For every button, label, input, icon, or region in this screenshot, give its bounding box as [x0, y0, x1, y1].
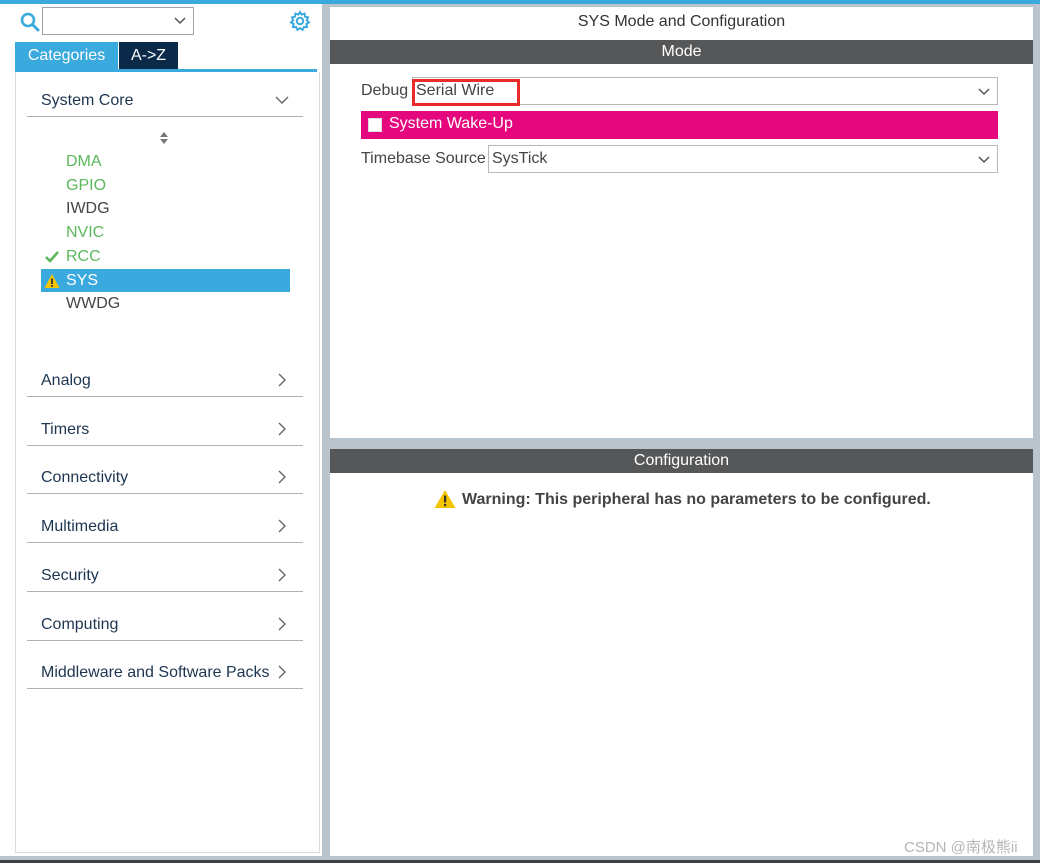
timebase-label: Timebase Source [361, 150, 486, 167]
section-system-core[interactable]: System Core [27, 88, 303, 117]
section-label: Connectivity [41, 469, 129, 486]
item-label: RCC [66, 248, 101, 265]
item-label: NVIC [66, 224, 105, 241]
warning-icon [434, 490, 456, 508]
chevron-down-icon [978, 156, 990, 164]
chevron-down-icon [978, 88, 990, 96]
tab-categories[interactable]: Categories [15, 42, 118, 69]
section-multimedia[interactable]: Multimedia [27, 514, 303, 543]
mode-header: Mode [330, 40, 1033, 64]
checkmark-icon [45, 251, 59, 263]
chevron-right-icon [278, 422, 286, 436]
page-title: SYS Mode and Configuration [577, 13, 786, 30]
chevron-right-icon [278, 617, 286, 631]
section-label: Security [41, 567, 99, 584]
section-label: System Core [41, 92, 134, 109]
warning-text: Warning: This peripheral has no paramete… [462, 491, 931, 508]
chevron-right-icon [278, 665, 286, 679]
chevron-right-icon [278, 373, 286, 387]
search-icon[interactable] [20, 12, 40, 32]
watermark: CSDN @南极熊ii [904, 839, 1018, 856]
chevron-right-icon [278, 470, 286, 484]
chevron-right-icon [278, 519, 286, 533]
chevron-right-icon [278, 568, 286, 582]
section-label: Analog [41, 372, 91, 389]
section-computing[interactable]: Computing [27, 612, 303, 641]
list-item-wwdg[interactable]: WWDG [41, 292, 290, 315]
list-item-nvic[interactable]: NVIC [41, 221, 290, 244]
list-item-sys[interactable]: SYS [41, 269, 290, 292]
section-middleware[interactable]: Middleware and Software Packs [27, 660, 303, 689]
item-label: SYS [66, 272, 99, 289]
section-security[interactable]: Security [27, 563, 303, 592]
section-label: Timers [41, 421, 90, 438]
list-item-gpio[interactable]: GPIO [41, 174, 290, 197]
chevron-down-icon [275, 96, 289, 104]
section-label: Multimedia [41, 518, 119, 535]
chevron-down-icon[interactable] [173, 14, 187, 28]
list-item-rcc[interactable]: RCC [41, 245, 290, 268]
configuration-header: Configuration [330, 449, 1033, 473]
search-input[interactable] [42, 7, 194, 35]
system-wakeup-label: System Wake-Up [389, 115, 513, 132]
section-connectivity[interactable]: Connectivity [27, 465, 303, 494]
mode-panel: SYS Mode and Configuration Mode [330, 7, 1033, 438]
tab-a-to-z[interactable]: A->Z [119, 42, 178, 69]
item-label: WWDG [66, 295, 121, 312]
list-item-iwdg[interactable]: IWDG [41, 197, 290, 220]
section-timers[interactable]: Timers [27, 417, 303, 446]
annotation-highlight-box [412, 79, 520, 106]
item-label: IWDG [66, 200, 110, 217]
config-warning: Warning: This peripheral has no paramete… [434, 489, 954, 511]
configuration-panel: Configuration Warning: This peripheral h… [330, 449, 1033, 856]
system-wakeup-row[interactable]: System Wake-Up [361, 111, 998, 139]
debug-label: Debug [361, 82, 409, 99]
item-label: DMA [66, 153, 102, 170]
item-label: GPIO [66, 177, 107, 194]
gear-icon[interactable] [289, 10, 311, 32]
section-analog[interactable]: Analog [27, 368, 303, 397]
system-wakeup-checkbox[interactable] [368, 118, 382, 132]
section-label: Computing [41, 616, 119, 633]
section-label: Middleware and Software Packs [41, 664, 270, 681]
list-item-dma[interactable]: DMA [41, 150, 290, 173]
warning-icon [44, 274, 60, 288]
sort-icon[interactable] [158, 130, 170, 146]
timebase-select-value: SysTick [492, 150, 548, 167]
timebase-select[interactable]: SysTick [488, 145, 998, 173]
